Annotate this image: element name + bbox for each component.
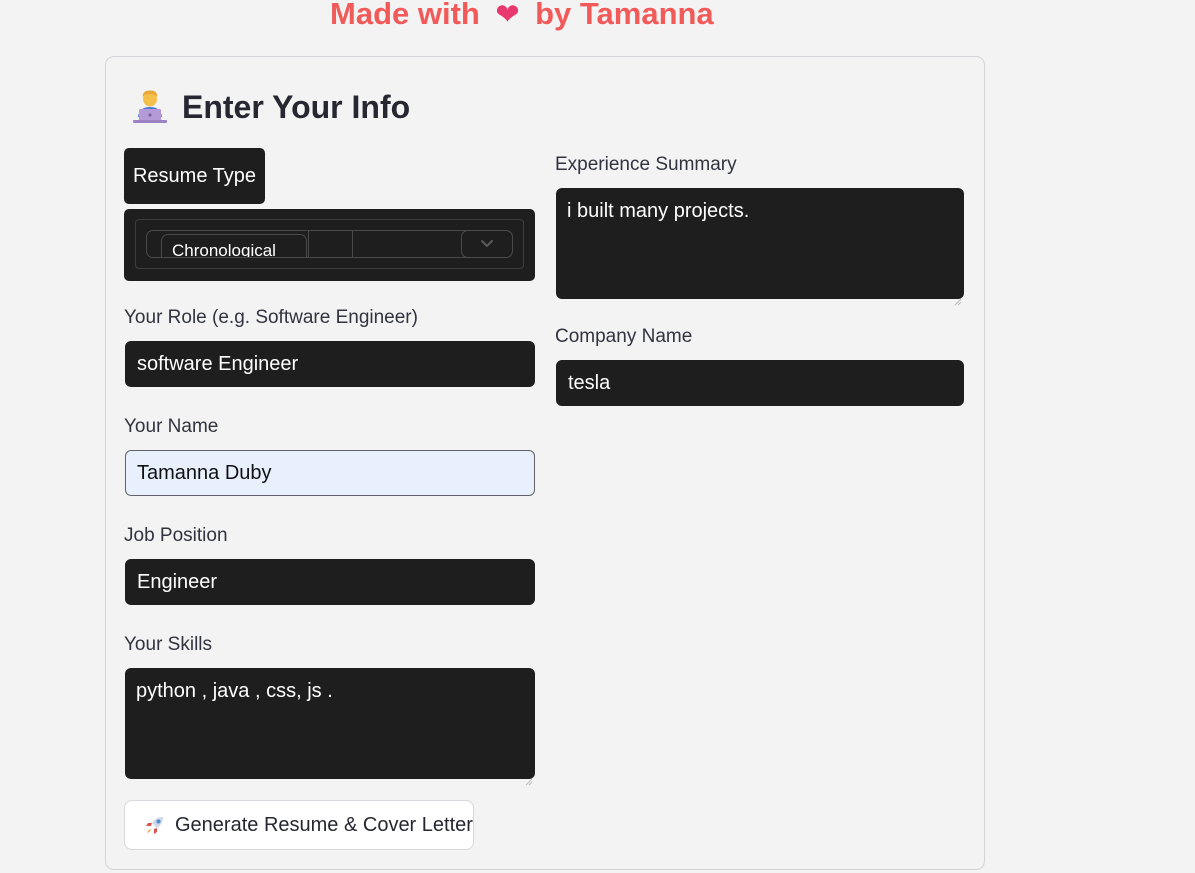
skills-textarea[interactable]: python , java , css, js . xyxy=(125,668,535,786)
select-divider xyxy=(308,231,309,257)
technologist-icon xyxy=(130,87,170,127)
made-with-banner: Made with ❤ by Tamanna xyxy=(330,0,714,32)
select-container: Chronological xyxy=(135,219,524,269)
role-input[interactable]: software Engineer xyxy=(125,341,535,387)
name-input[interactable]: Tamanna Duby xyxy=(125,450,535,496)
heart-icon: ❤ xyxy=(495,0,520,31)
heading-text: Enter Your Info xyxy=(182,88,411,125)
select-box[interactable]: Chronological xyxy=(146,230,513,258)
resize-grip-icon[interactable] xyxy=(525,769,533,786)
job-position-label: Job Position xyxy=(124,525,228,546)
resume-type-select[interactable]: Chronological xyxy=(124,209,535,281)
form-heading: Enter Your Info xyxy=(130,87,410,127)
experience-text: i built many projects. xyxy=(567,200,750,222)
chevron-down-icon[interactable] xyxy=(461,231,512,257)
company-input[interactable]: tesla xyxy=(556,360,964,406)
skills-text: python , java , css, js . xyxy=(136,680,333,702)
resume-type-label: Resume Type xyxy=(124,148,265,204)
selected-value: Chronological xyxy=(161,234,307,257)
resize-grip-icon[interactable] xyxy=(954,289,962,306)
name-label: Your Name xyxy=(124,416,219,437)
skills-label: Your Skills xyxy=(124,634,213,655)
banner-prefix: Made with xyxy=(330,0,480,31)
rocket-icon xyxy=(143,813,167,837)
generate-button-label: Generate Resume & Cover Letter xyxy=(175,813,473,836)
select-divider xyxy=(352,231,353,257)
page: Made with ❤ by Tamanna Enter Your Info R… xyxy=(0,0,1195,873)
experience-textarea[interactable]: i built many projects. xyxy=(556,188,964,306)
info-form: Enter Your Info Resume Type Chronologica… xyxy=(105,56,985,870)
experience-label: Experience Summary xyxy=(555,154,737,175)
company-label: Company Name xyxy=(555,326,693,347)
generate-button[interactable]: Generate Resume & Cover Letter xyxy=(124,800,474,850)
job-position-input[interactable]: Engineer xyxy=(125,559,535,605)
role-label: Your Role (e.g. Software Engineer) xyxy=(124,307,418,328)
banner-suffix: by Tamanna xyxy=(535,0,714,31)
